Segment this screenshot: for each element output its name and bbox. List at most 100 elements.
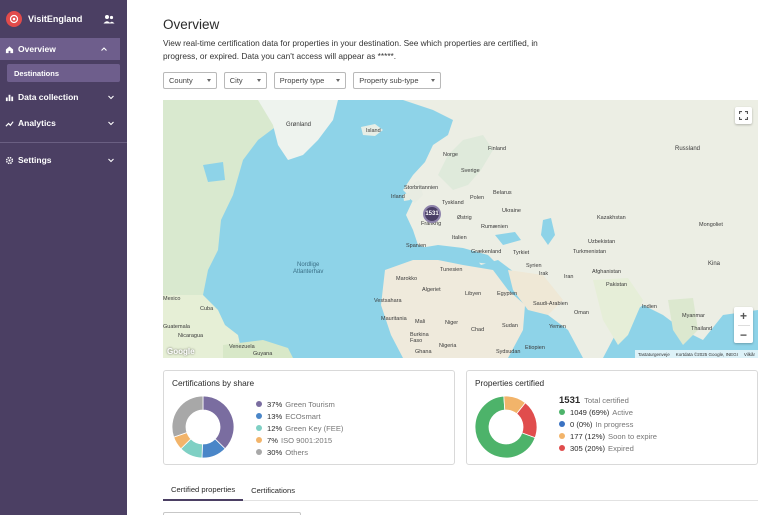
- map-label-tyskland: Tyskland: [442, 200, 464, 206]
- certifications-legend: 37% Green Tourism 13% ECOsmart 12% Green Ke…: [256, 398, 343, 458]
- map-label-mali: Mali: [415, 319, 426, 325]
- chevron-down-icon: [108, 95, 114, 100]
- map-label-guatemala: Guatemala: [163, 324, 190, 330]
- legend-dot: [256, 449, 262, 455]
- nav-analytics[interactable]: Analytics: [0, 112, 127, 134]
- map-label-saudiarabien: Saudi-Arabien: [533, 301, 568, 307]
- map-label-yemen: Yemen: [549, 324, 566, 330]
- legend-dot: [559, 433, 565, 439]
- properties-legend: 1531 Total certified 1049 (69%) Active 0 (…: [559, 394, 657, 454]
- map-label-gronland: Grønland: [286, 122, 312, 128]
- map-label-polen: Polen: [470, 195, 485, 201]
- nav-overview-label: Overview: [18, 44, 56, 54]
- map-label-niger: Niger: [445, 320, 459, 326]
- certifications-card-title: Certifications by share: [172, 378, 255, 388]
- keyboard-shortcuts-link[interactable]: Tastaturgenveje: [638, 352, 670, 357]
- legend-dot: [559, 409, 565, 415]
- legend-dot: [256, 437, 262, 443]
- map-label-ostrig: Østrig: [457, 215, 472, 221]
- certifications-by-share-card: Certifications by share 37% Green Tourism…: [163, 370, 455, 465]
- total-certified-count: 1531: [559, 394, 581, 406]
- legend-label: ECOsmart: [285, 411, 321, 421]
- map-label-irak: Irak: [539, 271, 549, 277]
- page-description: View real-time certification data for pr…: [163, 38, 538, 61]
- legend-row: 7% ISO 9001:2015: [256, 434, 343, 446]
- terms-link[interactable]: Vilkår: [744, 352, 755, 357]
- nav-overview[interactable]: Overview: [0, 38, 120, 60]
- map-label-tunesien: Tunesien: [440, 267, 463, 273]
- map-label-rumaenien: Rumænien: [481, 224, 508, 230]
- legend-row: 30% Others: [256, 446, 343, 458]
- legend-pct: 37%: [267, 399, 283, 409]
- legend-row: 1049 (69%) Active: [559, 406, 657, 418]
- caret-down-icon: [256, 79, 261, 82]
- map-label-chad: Chad: [471, 327, 485, 333]
- property-type-filter-label: Property type: [279, 76, 325, 85]
- map-label-oman: Oman: [574, 310, 589, 316]
- donut-slice-others[interactable]: [171, 395, 204, 438]
- zoom-controls: + −: [734, 307, 753, 343]
- legend-value: 0 (0%): [570, 419, 593, 429]
- map-cluster-marker[interactable]: 1531: [423, 205, 441, 223]
- donut-slice-green-tourism[interactable]: [202, 395, 235, 450]
- tab-certified-properties[interactable]: Certified properties: [163, 479, 244, 501]
- people-icon[interactable]: [103, 14, 115, 24]
- properties-donut-chart: [474, 395, 538, 459]
- map-label-mongoliet: Mongoliet: [699, 222, 723, 228]
- legend-row: 37% Green Tourism: [256, 398, 343, 410]
- nav-destinations[interactable]: Destinations: [7, 64, 120, 82]
- map-label-syrien: Syrien: [526, 263, 542, 269]
- legend-label: Expired: [608, 443, 634, 453]
- brand[interactable]: VisitEngland: [0, 0, 127, 38]
- legend-label: Green Tourism: [285, 399, 335, 409]
- caret-down-icon: [206, 79, 211, 82]
- legend-dot: [256, 413, 262, 419]
- tab-certifications[interactable]: Certifications: [243, 479, 303, 501]
- city-filter[interactable]: City: [223, 72, 267, 89]
- map-label-myanmar: Myanmar: [682, 313, 705, 319]
- nav-settings-label: Settings: [18, 155, 52, 165]
- total-certified-row: 1531 Total certified: [559, 394, 657, 406]
- map-label-guyana: Guyana: [253, 351, 273, 357]
- map-label-venezuela: Venezuela: [229, 344, 255, 350]
- zoom-in-button[interactable]: +: [740, 307, 747, 325]
- legend-value: 177 (12%): [570, 431, 606, 441]
- county-filter[interactable]: County: [163, 72, 217, 89]
- property-type-filter[interactable]: Property type: [273, 72, 347, 89]
- nav-data-collection[interactable]: Data collection: [0, 86, 127, 108]
- map-label-nordlige-atlanterhav: Nordlige Atlanterhav: [293, 262, 324, 275]
- world-map[interactable]: Grønland Island Norge Finland Russland S…: [163, 100, 758, 358]
- tab-bar: Certified properties Certifications: [163, 479, 758, 501]
- map-label-ukraine: Ukraine: [502, 208, 521, 214]
- trend-icon: [5, 119, 14, 128]
- map-data-credit: Kortdata ©2025 Google, INEGI: [675, 351, 738, 357]
- map-label-spanien: Spanien: [406, 243, 427, 249]
- total-certified-label: Total certified: [584, 395, 629, 405]
- rose-logo-icon: [6, 11, 22, 27]
- legend-label: Green Key (FEE): [285, 423, 344, 433]
- chevron-up-icon: [101, 47, 107, 51]
- fullscreen-button[interactable]: [735, 107, 752, 124]
- map-label-grakenland: Grækenland: [471, 249, 502, 255]
- brand-name: VisitEngland: [28, 14, 83, 24]
- map-label-nicaragua: Nicaragua: [178, 333, 204, 339]
- legend-pct: 30%: [267, 447, 283, 457]
- legend-row: 305 (20%) Expired: [559, 442, 657, 454]
- nav-settings[interactable]: Settings: [0, 149, 127, 171]
- map-label-kazakhstan: Kazakhstan: [597, 215, 626, 221]
- zoom-out-button[interactable]: −: [740, 326, 747, 343]
- map-label-uzbekistan: Uzbekistan: [588, 239, 616, 245]
- chevron-down-icon: [108, 121, 114, 126]
- map-label-libyen: Libyen: [465, 291, 482, 297]
- map-label-kina: Kina: [708, 261, 721, 267]
- legend-dot: [559, 445, 565, 451]
- legend-dot: [559, 421, 565, 427]
- property-subtype-filter[interactable]: Property sub-type: [353, 72, 441, 89]
- map-land-shapes: [163, 100, 758, 358]
- legend-label: Active: [612, 407, 633, 417]
- map-label-algeriet: Algeriet: [422, 287, 441, 293]
- legend-row: 0 (0%) In progress: [559, 418, 657, 430]
- map-attribution: Tastaturgenveje Kortdata ©2025 Google, I…: [634, 350, 758, 358]
- property-subtype-filter-label: Property sub-type: [359, 76, 419, 85]
- legend-pct: 12%: [267, 423, 283, 433]
